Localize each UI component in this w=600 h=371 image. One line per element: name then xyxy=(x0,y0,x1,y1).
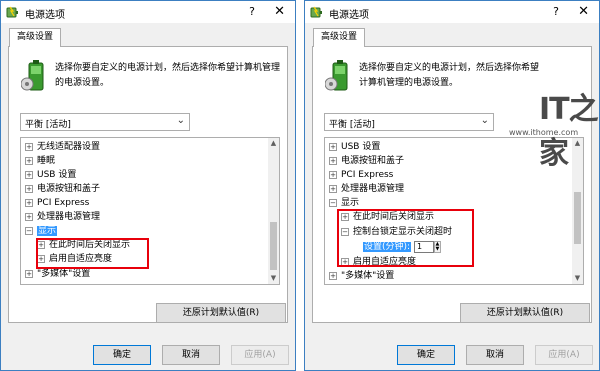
expand-icon[interactable]: + xyxy=(329,170,337,179)
tree-item-processor[interactable]: + 处理器电源管理 xyxy=(329,182,404,196)
tree-item-power-buttons[interactable]: + 电源按钮和盖子 xyxy=(25,182,100,196)
tree-item-wireless[interactable]: + 无线适配器设置 xyxy=(25,140,100,154)
tree-item-processor[interactable]: + 处理器电源管理 xyxy=(25,210,100,224)
ok-button[interactable]: 确定 xyxy=(93,345,151,365)
tree-item-label: 显示 xyxy=(37,226,58,236)
tree-item-label: 处理器电源管理 xyxy=(37,212,101,222)
collapse-icon[interactable]: − xyxy=(25,226,33,235)
close-button[interactable]: ✕ xyxy=(274,4,285,19)
description-text: 选择你要自定义的电源计划，然后选择你希望计算机管理的电源设置。 xyxy=(55,63,281,88)
tree-item-label: PCI Express xyxy=(37,198,90,208)
scroll-down-icon[interactable]: ▼ xyxy=(572,273,583,284)
power-plan-select[interactable]: 平衡 [活动] ⌄ xyxy=(20,113,190,131)
expand-icon[interactable]: + xyxy=(25,142,33,151)
title-bar[interactable]: 电源选项 ? ✕ xyxy=(1,1,295,23)
tree-item-label: 电源按钮和盖子 xyxy=(37,184,101,194)
highlight-box xyxy=(337,209,474,267)
tree-item-label: 显示 xyxy=(341,198,360,208)
tree-item-sleep[interactable]: + 睡眠 xyxy=(25,154,55,168)
ok-button[interactable]: 确定 xyxy=(397,345,455,365)
tree-item-display[interactable]: − 显示 xyxy=(25,224,58,238)
chevron-down-icon[interactable]: ⌄ xyxy=(481,115,489,126)
scroll-thumb[interactable] xyxy=(574,192,581,244)
tree-item-label: 无线适配器设置 xyxy=(37,142,101,152)
scroll-up-icon[interactable]: ▲ xyxy=(268,138,279,149)
tab-advanced-settings[interactable]: 高级设置 xyxy=(9,28,62,47)
window-title: 电源选项 xyxy=(329,10,369,21)
window-title: 电源选项 xyxy=(25,10,65,21)
scroll-thumb[interactable] xyxy=(270,222,277,270)
tree-item-label: 处理器电源管理 xyxy=(341,184,405,194)
apply-button[interactable]: 应用(A) xyxy=(231,345,289,365)
collapse-icon[interactable]: − xyxy=(329,198,337,207)
power-options-icon xyxy=(310,6,322,18)
expand-icon[interactable]: + xyxy=(25,170,33,179)
power-plan-value: 平衡 [活动] xyxy=(329,120,375,130)
restore-defaults-button[interactable]: 还原计划默认值(R) xyxy=(156,303,286,323)
description-text: 选择你要自定义的电源计划，然后选择你希望计算机管理的电源设置。 xyxy=(359,63,540,88)
power-options-dialog-left: 电源选项 ? ✕ 高级设置 选择你要自定义的电源计划，然后选择你希望计算机管理的… xyxy=(0,0,296,371)
tree-item-multimedia[interactable]: + "多媒体"设置 xyxy=(25,267,90,281)
scroll-down-icon[interactable]: ▼ xyxy=(268,273,279,284)
highlight-box xyxy=(36,238,149,269)
expand-icon[interactable]: + xyxy=(25,198,33,207)
vertical-scrollbar[interactable]: ▲ ▼ xyxy=(268,138,279,284)
tree-item-power-buttons[interactable]: + 电源按钮和盖子 xyxy=(329,154,404,168)
expand-icon[interactable]: + xyxy=(25,269,33,278)
tree-item-display[interactable]: − 显示 xyxy=(329,196,359,210)
expand-icon[interactable]: + xyxy=(329,156,337,165)
tab-advanced-settings[interactable]: 高级设置 xyxy=(313,28,366,47)
power-plan-select[interactable]: 平衡 [活动] ⌄ xyxy=(324,113,494,131)
expand-icon[interactable]: + xyxy=(25,156,33,165)
ithome-url: www.ithome.com xyxy=(509,128,579,137)
help-button[interactable]: ? xyxy=(553,5,559,18)
tree-item-usb[interactable]: + USB 设置 xyxy=(329,140,380,154)
tree-item-pci-express[interactable]: + PCI Express xyxy=(329,168,393,182)
tree-item-pci-express[interactable]: + PCI Express xyxy=(25,196,89,210)
title-bar[interactable]: 电源选项 ? ✕ xyxy=(305,1,599,23)
expand-icon[interactable]: + xyxy=(25,212,33,221)
chevron-down-icon[interactable]: ⌄ xyxy=(177,115,185,126)
restore-defaults-button[interactable]: 还原计划默认值(R) xyxy=(460,303,590,323)
tree-item-label: "多媒体"设置 xyxy=(341,271,395,281)
advanced-settings-panel: 选择你要自定义的电源计划，然后选择你希望计算机管理的电源设置。 平衡 [活动] … xyxy=(8,46,288,323)
expand-icon[interactable]: + xyxy=(329,271,337,280)
close-button[interactable]: ✕ xyxy=(578,4,589,19)
tree-item-multimedia[interactable]: + "多媒体"设置 xyxy=(329,269,394,283)
expand-icon[interactable]: + xyxy=(25,184,33,193)
apply-button[interactable]: 应用(A) xyxy=(535,345,593,365)
cancel-button[interactable]: 取消 xyxy=(466,345,524,365)
tree-item-usb[interactable]: + USB 设置 xyxy=(25,168,76,182)
power-options-icon xyxy=(6,6,18,18)
power-options-dialog-right: 电源选项 ? ✕ 高级设置 选择你要自定义的电源计划，然后选择你希望计算机管理的… xyxy=(304,0,600,371)
tree-item-label: "多媒体"设置 xyxy=(37,269,91,279)
expand-icon[interactable]: + xyxy=(329,184,337,193)
tree-item-label: 睡眠 xyxy=(37,156,56,166)
help-button[interactable]: ? xyxy=(249,5,255,18)
cancel-button[interactable]: 取消 xyxy=(162,345,220,365)
power-plan-value: 平衡 [活动] xyxy=(25,120,71,130)
battery-icon xyxy=(325,60,348,91)
tree-item-label: PCI Express xyxy=(341,170,394,180)
tree-item-label: USB 设置 xyxy=(37,170,77,180)
battery-icon xyxy=(21,60,44,91)
tree-item-label: 电源按钮和盖子 xyxy=(341,156,405,166)
tree-item-label: USB 设置 xyxy=(341,142,381,152)
expand-icon[interactable]: + xyxy=(329,142,337,151)
